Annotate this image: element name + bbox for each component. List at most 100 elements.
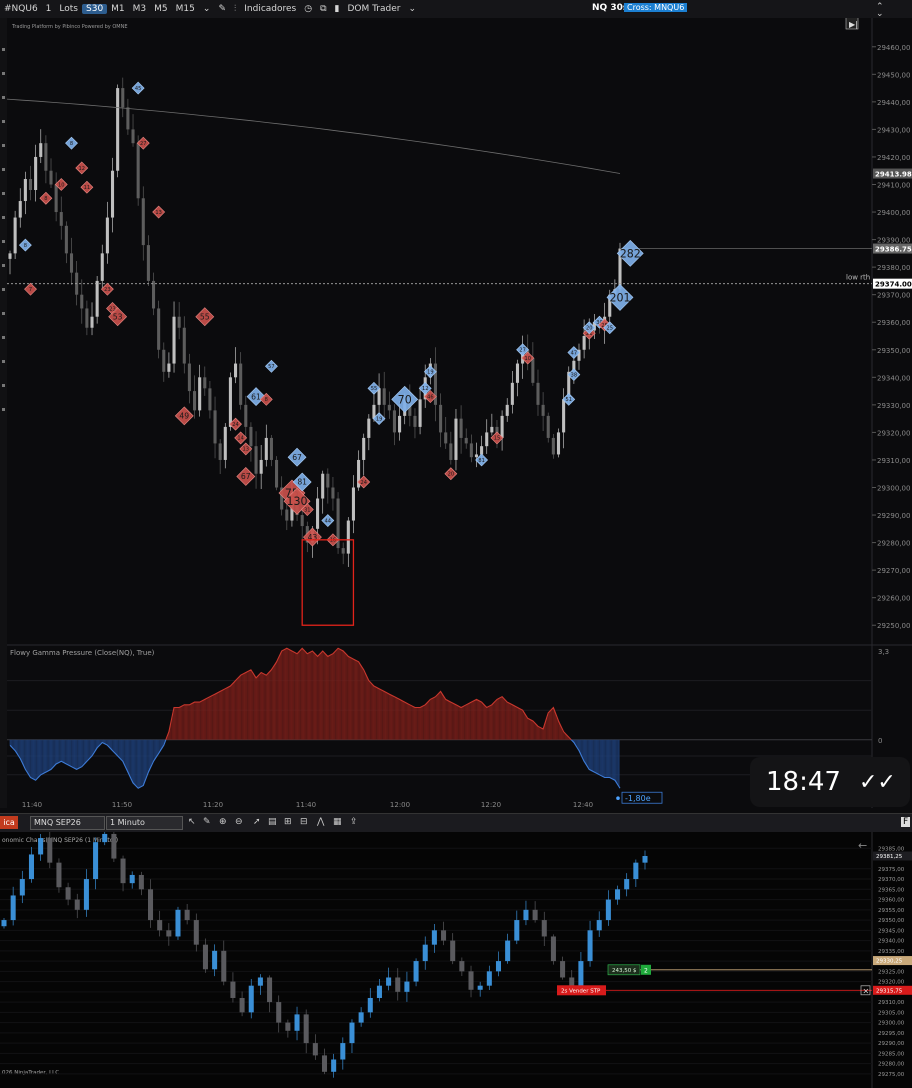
data-box-icon[interactable]: ▤	[268, 817, 277, 827]
ninja-price-axis-label: 29285,00	[878, 1051, 905, 1057]
candle-body	[146, 245, 150, 281]
cursor-icon[interactable]: ↖	[188, 817, 196, 827]
drawing-tool-icon[interactable]	[2, 216, 5, 219]
ninja-candle-body	[111, 833, 117, 859]
candle-body	[505, 404, 509, 416]
candle-body	[500, 415, 504, 438]
drawing-tool-icon[interactable]	[2, 360, 5, 363]
chevron-down-icon[interactable]: ⌄	[404, 4, 420, 14]
instrument-select[interactable]: MNQ SEP26	[30, 816, 105, 830]
time-axis-label: 11:40	[296, 801, 316, 808]
candle-body	[249, 426, 253, 447]
main-chart-panel[interactable]: Trading Platform by Pibinco Powered by O…	[0, 16, 912, 809]
ninja-price-label: 29381,25	[876, 854, 903, 860]
ninja-candle-body	[486, 971, 492, 986]
chart-trader-icon[interactable]: ⊞	[284, 817, 292, 827]
timeframe-m3[interactable]: M3	[129, 4, 151, 14]
ninja-chart-svg[interactable]: onomic Charts(MNQ SEP26 (1 Minuto)) 026 …	[0, 832, 912, 1088]
timeframe-m5[interactable]: M5	[150, 4, 172, 14]
ninja-candle-body	[294, 1014, 300, 1031]
watermark: Trading Platform by Pibinco Powered by O…	[11, 24, 127, 30]
drawing-tool-icon[interactable]	[2, 144, 5, 147]
timer-icon[interactable]: ◷	[300, 4, 316, 14]
dom-trader-button[interactable]: DOM Trader	[343, 4, 404, 14]
drawing-tool-icon[interactable]	[2, 72, 5, 75]
timeframe-s30[interactable]: S30	[82, 4, 108, 14]
order-flow-marker-label: 44	[325, 518, 331, 524]
ninja-candle-body	[47, 838, 53, 863]
price-axis-label: 29300,00	[877, 485, 910, 493]
drawing-tool-icon[interactable]	[2, 384, 5, 387]
candle-body	[351, 487, 355, 521]
candle-body	[218, 443, 222, 460]
timeframe-m15[interactable]: M15	[172, 4, 199, 14]
indicators-icon[interactable]: ⋀	[317, 817, 324, 827]
chevron-down-icon[interactable]: ⌄	[199, 4, 215, 14]
zoom-in-icon[interactable]: ⊕	[219, 817, 227, 827]
ninja-candle-body	[138, 874, 144, 890]
price-axis-label: 29450,00	[877, 71, 910, 79]
ninja-candle-body	[83, 879, 89, 910]
pencil-icon[interactable]: ✎	[203, 817, 211, 827]
candle-body	[213, 410, 217, 444]
dom-icon[interactable]: ▮	[331, 4, 344, 14]
candle-body	[64, 225, 68, 254]
properties-icon[interactable]: ▦	[333, 817, 342, 827]
candle-body	[39, 143, 43, 157]
drawing-tool-icon[interactable]	[2, 264, 5, 267]
drawing-tools-strip[interactable]	[0, 18, 7, 808]
order-flow-marker-label: 19	[427, 370, 433, 376]
ninja-price-axis-label: 29370,00	[878, 877, 905, 883]
indicators-icon[interactable]: ⫶	[230, 4, 240, 14]
pointer-icon[interactable]: ➚	[253, 817, 261, 827]
drawing-tool-icon[interactable]	[2, 96, 5, 99]
strategies-icon[interactable]: ⊟	[300, 817, 308, 827]
order-flow-marker-label: 67	[292, 453, 302, 462]
drawing-tool-icon[interactable]	[2, 336, 5, 339]
drawing-tool-icon[interactable]	[2, 288, 5, 291]
ninja-candle-body	[19, 879, 25, 896]
drawing-tool-icon[interactable]	[2, 192, 5, 195]
candle-body	[116, 88, 120, 171]
share-icon[interactable]: ⇪	[350, 817, 358, 827]
timeframe-m1[interactable]: M1	[107, 4, 129, 14]
candle-body	[59, 212, 63, 226]
order-flow-marker-label: 81	[478, 458, 484, 464]
order-flow-marker-label: 12	[422, 386, 428, 392]
price-axis-label: 29290,00	[877, 512, 910, 520]
fullscreen-button[interactable]: F	[901, 817, 911, 827]
ninja-candle-body	[431, 930, 437, 945]
indicators-button[interactable]: Indicadores	[240, 4, 300, 14]
ninja-candle-body	[10, 895, 16, 921]
drawing-tool-icon[interactable]	[2, 240, 5, 243]
ninja-price-label: 29315,75	[876, 988, 903, 994]
order-flow-marker-label: 16	[330, 538, 336, 544]
candle-body	[8, 253, 12, 259]
drawing-tool-icon[interactable]	[2, 312, 5, 315]
ninja-copyright: 026 NinjaTrader, LLC	[2, 1070, 59, 1076]
arrow-left-icon[interactable]: ←	[858, 839, 867, 852]
ninja-candle-body	[239, 997, 245, 1013]
candle-body	[172, 316, 176, 364]
candle-body	[157, 308, 161, 350]
drawing-tool-icon[interactable]	[2, 168, 5, 171]
order-flow-marker-label: 11	[84, 185, 90, 191]
ninja-candle-body	[65, 887, 71, 900]
candle-body	[228, 377, 232, 427]
interval-select[interactable]: 1 Minuto	[106, 816, 183, 830]
ninja-candle-body	[193, 920, 199, 945]
quantity-field[interactable]: 1	[42, 4, 56, 14]
pencil-icon[interactable]: ✎	[214, 4, 230, 14]
main-chart-svg[interactable]: Trading Platform by Pibinco Powered by O…	[0, 16, 912, 809]
drawing-tool-icon[interactable]	[2, 48, 5, 51]
symbol-selector[interactable]: #NQU6	[0, 4, 42, 14]
zoom-out-icon[interactable]: ⊖	[235, 817, 243, 827]
drawing-tool-icon[interactable]	[2, 408, 5, 411]
layers-icon[interactable]: ⧉	[316, 4, 330, 14]
price-axis-label: 29380,00	[877, 264, 910, 272]
candle-body	[126, 107, 130, 130]
time-axis-label: 11:50	[112, 801, 132, 808]
workspace-tab[interactable]: ica	[0, 816, 18, 829]
drawing-tool-icon[interactable]	[2, 120, 5, 123]
ninja-candle-body	[624, 879, 630, 890]
